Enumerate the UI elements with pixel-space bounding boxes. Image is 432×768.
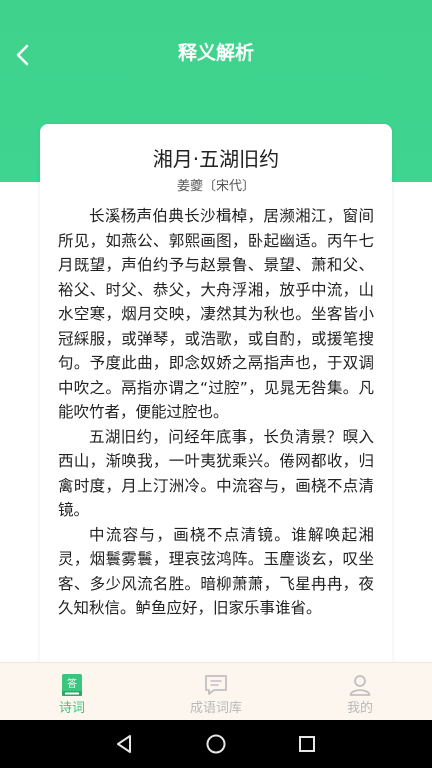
back-triangle-icon bbox=[117, 735, 132, 753]
tab-mine[interactable]: 我的 bbox=[288, 663, 432, 720]
tab-idiom-library[interactable]: 成语词库 bbox=[144, 663, 288, 720]
system-home-button[interactable] bbox=[201, 729, 231, 759]
tab-poetry[interactable]: 答 诗词 bbox=[0, 663, 144, 720]
poem-paragraph: 长溪杨声伯典长沙楫棹，居濒湘江，窗间所见，如燕公、郭熙画图，卧起幽适。丙午七月既… bbox=[58, 207, 374, 421]
system-back-button[interactable] bbox=[110, 729, 140, 759]
poem-paragraph: 五湖旧约，问经年底事，长负清景？暝入西山，渐唤我，一叶夷犹乘兴。倦网都收，归禽时… bbox=[58, 427, 374, 520]
tab-mine-label: 我的 bbox=[346, 701, 373, 716]
poem-title: 湘月·五湖旧约 bbox=[152, 147, 280, 171]
system-navigation-bar bbox=[0, 720, 432, 768]
page-title: 释义解析 bbox=[177, 42, 254, 64]
poem-paragraph: 中流容与，画桡不点清镜。谁解唤起湘灵，烟鬟雾鬟，理哀弦鸿阵。玉麈谈玄，叹坐客、多… bbox=[58, 525, 374, 618]
chat-bubble-icon bbox=[205, 675, 227, 695]
user-icon bbox=[349, 675, 371, 696]
poem-card: 湘月·五湖旧约 姜夔〔宋代〕 长溪杨声伯典长沙楫棹，居濒湘江，窗间所见，如燕公、… bbox=[40, 124, 392, 684]
svg-text:答: 答 bbox=[67, 677, 77, 690]
system-recents-button[interactable] bbox=[292, 729, 322, 759]
book-icon: 答 bbox=[62, 674, 82, 696]
tab-poetry-label: 诗词 bbox=[58, 701, 85, 716]
tab-idiom-library-label: 成语词库 bbox=[189, 701, 242, 716]
recents-square-icon bbox=[298, 736, 315, 752]
poem-author: 姜夔〔宋代〕 bbox=[176, 179, 255, 194]
bottom-tab-bar: 答 诗词 成语词库 我的 bbox=[0, 662, 432, 720]
poem-body: 长溪杨声伯典长沙楫棹，居濒湘江，窗间所见，如燕公、郭熙画图，卧起幽适。丙午七月既… bbox=[40, 196, 392, 621]
home-circle-icon bbox=[206, 734, 226, 754]
